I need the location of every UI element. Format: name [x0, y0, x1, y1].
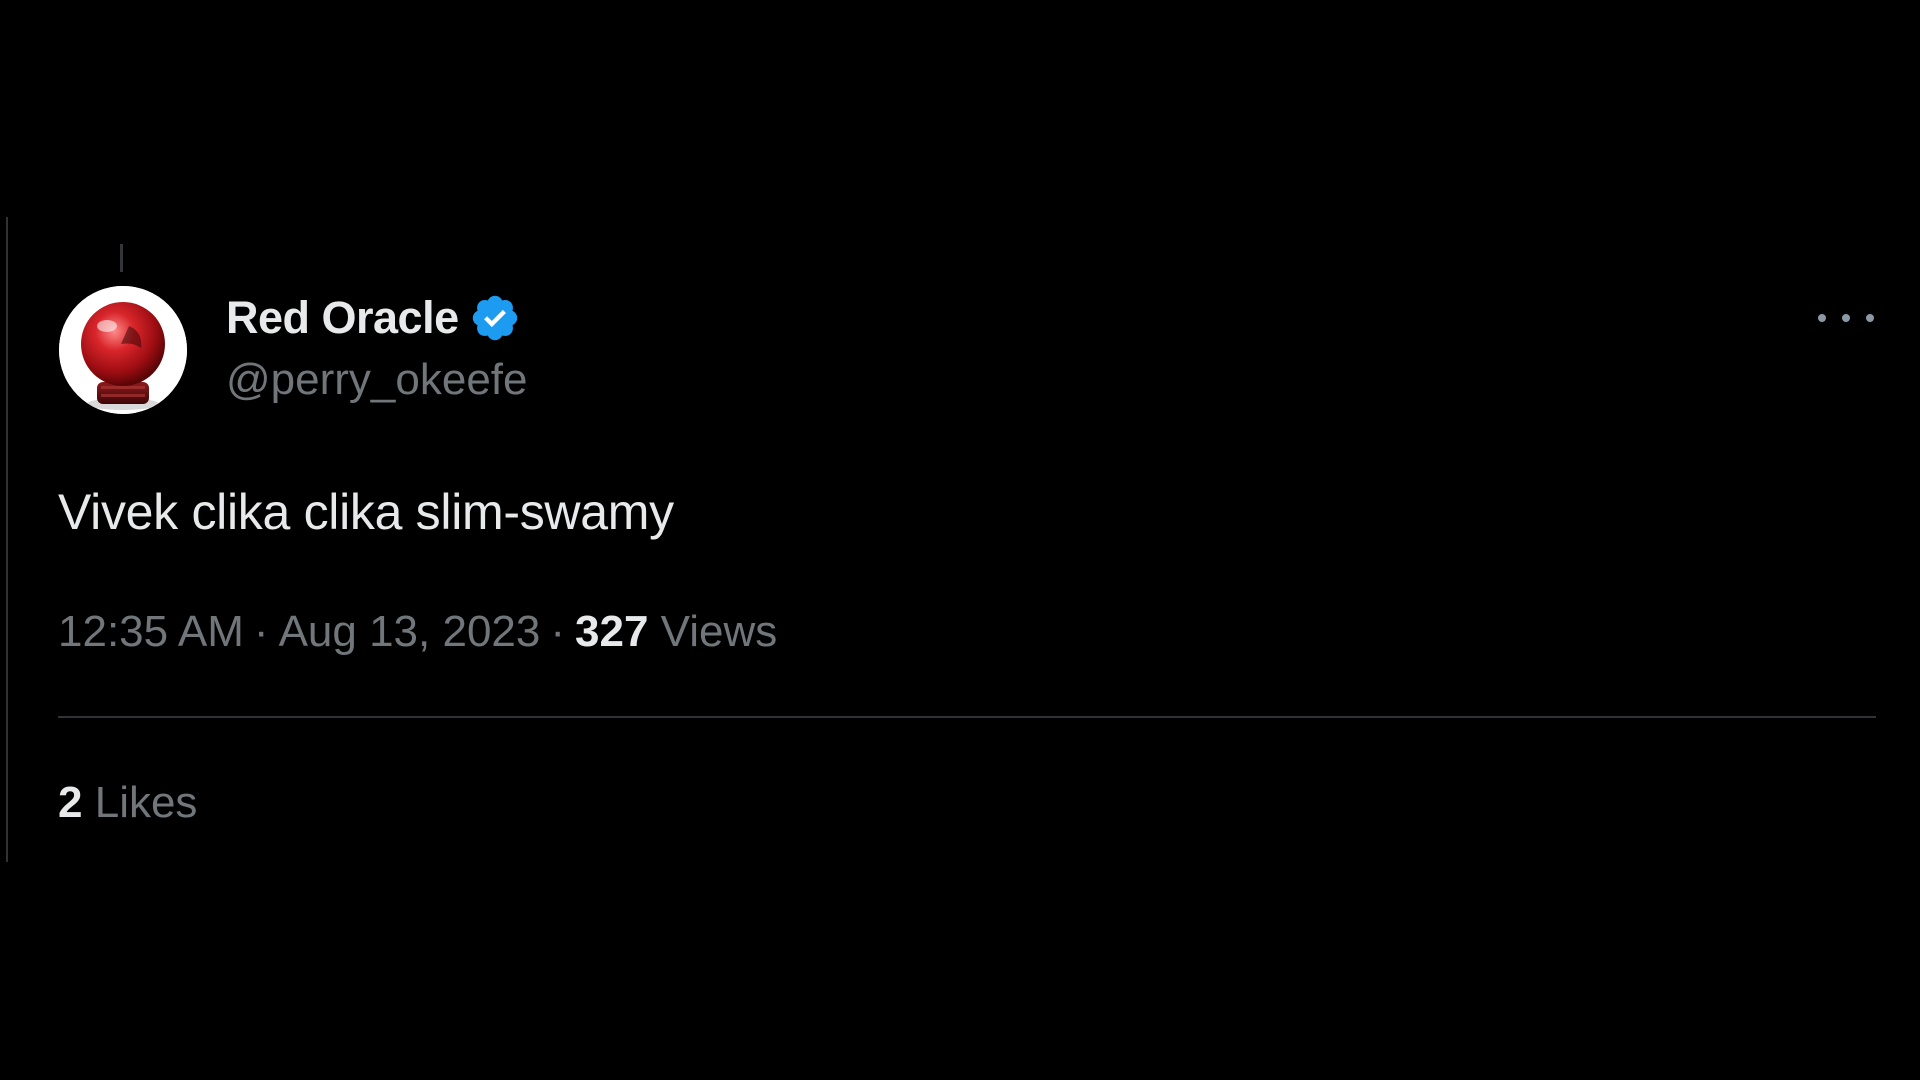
likes-label: Likes: [94, 778, 198, 827]
divider: [58, 716, 1876, 718]
author-info: Red Oracle @perry_okeefe: [226, 290, 528, 408]
avatar[interactable]: [59, 286, 187, 414]
meta-separator: ·: [550, 607, 566, 656]
tweet-metadata: 12:35 AM · Aug 13, 2023 · 327 Views: [58, 604, 777, 660]
views-label: Views: [660, 607, 778, 656]
tweet-date[interactable]: Aug 13, 2023: [279, 607, 541, 656]
more-horizontal-icon-dot: [1842, 314, 1850, 322]
name-row: Red Oracle: [226, 290, 528, 346]
display-name[interactable]: Red Oracle: [226, 290, 459, 346]
more-options-button[interactable]: [1818, 300, 1874, 336]
thread-connector: [120, 244, 123, 272]
views-count: 327: [575, 607, 649, 656]
tweet-text: Vivek clika clika slim-swamy: [58, 484, 674, 540]
tweet-time[interactable]: 12:35 AM: [58, 607, 244, 656]
user-handle[interactable]: @perry_okeefe: [226, 352, 528, 408]
red-crystal-ball-avatar: [59, 286, 187, 414]
tweet-screenshot: Red Oracle @perry_okeefe Vivek clika cli…: [0, 0, 1920, 1080]
verified-badge-icon[interactable]: [469, 292, 521, 344]
more-horizontal-icon-dot: [1866, 314, 1874, 322]
thread-border: [6, 217, 8, 862]
more-horizontal-icon: [1818, 314, 1826, 322]
likes-count: 2: [58, 778, 83, 827]
meta-separator: ·: [253, 607, 269, 656]
likes-link[interactable]: 2 Likes: [58, 775, 197, 831]
